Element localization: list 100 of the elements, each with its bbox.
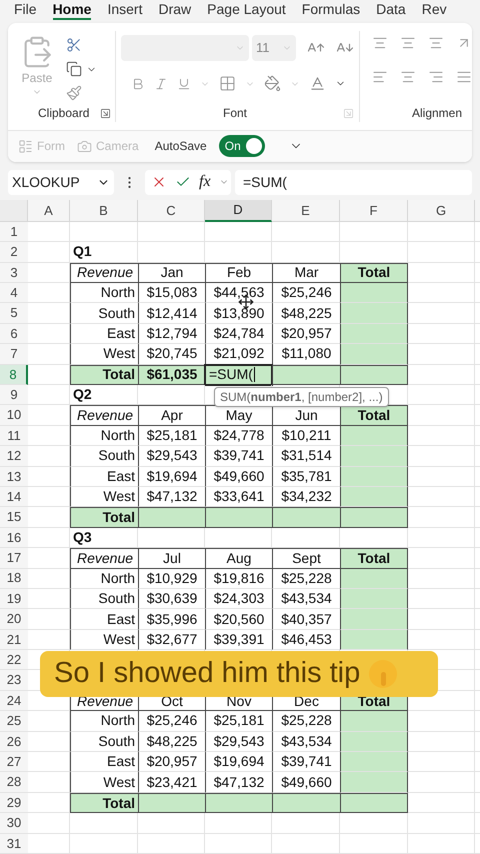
menu-tab[interactable]: Data xyxy=(376,0,406,20)
align-right-icon[interactable] xyxy=(428,69,444,85)
table-cell: North xyxy=(70,426,138,446)
italic-icon[interactable] xyxy=(154,76,168,90)
table-cell: $20,560 xyxy=(205,609,272,630)
column-header[interactable]: B xyxy=(70,200,138,222)
indent-icon[interactable] xyxy=(456,69,472,85)
launcher-icon[interactable] xyxy=(100,108,111,118)
total-cell xyxy=(340,303,408,324)
row-header[interactable]: 4 xyxy=(0,283,28,304)
table-cell: $44,563 xyxy=(205,283,272,304)
menu-tab[interactable]: Rev xyxy=(422,0,447,20)
copy-icon[interactable] xyxy=(66,61,82,77)
align-top-icon[interactable] xyxy=(372,35,388,51)
align-left-icon[interactable] xyxy=(372,69,388,85)
row-header[interactable]: 11 xyxy=(0,426,28,446)
cut-icon[interactable] xyxy=(66,37,82,53)
menu-tab[interactable]: Home xyxy=(52,0,92,20)
menu-tab[interactable]: Draw xyxy=(158,0,192,20)
table-cell: $31,514 xyxy=(272,446,340,467)
table-cell: $20,745 xyxy=(138,344,205,365)
align-bottom-icon[interactable] xyxy=(428,35,444,51)
table-cell: West xyxy=(70,344,138,365)
row-header[interactable]: 2 xyxy=(0,242,28,263)
column-header[interactable]: E xyxy=(272,200,340,222)
row-header[interactable]: 26 xyxy=(0,732,28,752)
table-cell: $35,781 xyxy=(272,466,340,487)
font-color-icon[interactable] xyxy=(309,75,326,92)
column-header[interactable]: A xyxy=(28,200,70,222)
total-cell xyxy=(138,507,205,528)
row-header[interactable]: 5 xyxy=(0,303,28,324)
row-header[interactable]: 22 xyxy=(0,650,28,670)
row-header[interactable]: 24 xyxy=(0,690,28,712)
row-header[interactable]: 27 xyxy=(0,752,28,772)
table-cell: $29,543 xyxy=(205,732,272,752)
format-painter-icon[interactable] xyxy=(66,85,82,101)
align-middle-icon[interactable] xyxy=(400,35,416,51)
total-cell xyxy=(340,792,408,814)
table-cell: East xyxy=(70,324,138,344)
table-cell: $25,181 xyxy=(138,426,205,446)
autosave-label: AutoSave xyxy=(154,138,207,156)
row-header[interactable]: 8 xyxy=(0,364,28,386)
name-box[interactable]: XLOOKUP xyxy=(8,170,114,195)
column-header[interactable]: G xyxy=(408,200,475,222)
row-header[interactable]: 14 xyxy=(0,486,28,508)
row-header[interactable]: 31 xyxy=(0,834,28,854)
grid-cell xyxy=(138,222,205,242)
column-header[interactable]: D xyxy=(205,200,272,222)
row-header[interactable]: 30 xyxy=(0,813,28,834)
menu-tab[interactable]: Insert xyxy=(107,0,142,20)
row-header[interactable]: 18 xyxy=(0,568,28,589)
table-cell: $10,211 xyxy=(272,426,340,446)
header-cell: Aug xyxy=(205,548,272,569)
row-header[interactable]: 12 xyxy=(0,446,28,467)
row-header[interactable]: 25 xyxy=(0,711,28,732)
header-cell: Feb xyxy=(205,262,272,284)
row-header[interactable]: 1 xyxy=(0,222,28,242)
row-header[interactable]: 15 xyxy=(0,507,28,528)
bold-icon[interactable] xyxy=(131,76,145,90)
align-center-icon[interactable] xyxy=(400,69,416,85)
fill-color-icon[interactable] xyxy=(264,75,281,92)
total-cell xyxy=(340,324,408,344)
group-label: Font xyxy=(223,105,248,122)
menu-tab[interactable]: Page Layout xyxy=(207,0,286,20)
row-header[interactable]: 20 xyxy=(0,609,28,630)
row-header[interactable]: 7 xyxy=(0,344,28,365)
insert-function-button[interactable]: fx xyxy=(199,170,211,194)
row-header[interactable]: 23 xyxy=(0,670,28,691)
font-name-field[interactable] xyxy=(121,35,249,61)
row-header[interactable]: 29 xyxy=(0,792,28,814)
underline-icon[interactable] xyxy=(177,76,191,90)
column-header[interactable]: F xyxy=(340,200,408,222)
row-header[interactable]: 16 xyxy=(0,528,28,548)
table-cell: South xyxy=(70,446,138,467)
table-cell: $25,181 xyxy=(205,711,272,732)
table-cell: $29,543 xyxy=(138,446,205,467)
row-header[interactable]: 10 xyxy=(0,405,28,426)
grid-cell xyxy=(28,813,70,834)
total-cell: $61,035 xyxy=(138,364,205,386)
row-header[interactable]: 13 xyxy=(0,466,28,487)
header-cell: May xyxy=(205,405,272,426)
row-header[interactable]: 3 xyxy=(0,262,28,284)
menu-tab[interactable]: File xyxy=(14,0,37,20)
row-header[interactable]: 19 xyxy=(0,588,28,610)
row-header[interactable]: 21 xyxy=(0,630,28,650)
row-header[interactable]: 28 xyxy=(0,772,28,793)
row-header[interactable]: 17 xyxy=(0,548,28,569)
formula-field[interactable]: =SUM( xyxy=(235,170,472,195)
table-cell: $19,816 xyxy=(205,568,272,589)
total-cell xyxy=(340,344,408,365)
camera-icon xyxy=(77,138,92,154)
row-header[interactable]: 9 xyxy=(0,385,28,406)
total-cell xyxy=(138,792,205,814)
borders-icon[interactable] xyxy=(219,75,236,92)
grid-cell xyxy=(28,242,70,263)
menu-tab[interactable]: Formulas xyxy=(302,0,360,20)
total-cell xyxy=(205,507,272,528)
autosave-toggle[interactable]: On xyxy=(218,135,265,158)
row-header[interactable]: 6 xyxy=(0,324,28,344)
table-cell: $30,639 xyxy=(138,588,205,610)
